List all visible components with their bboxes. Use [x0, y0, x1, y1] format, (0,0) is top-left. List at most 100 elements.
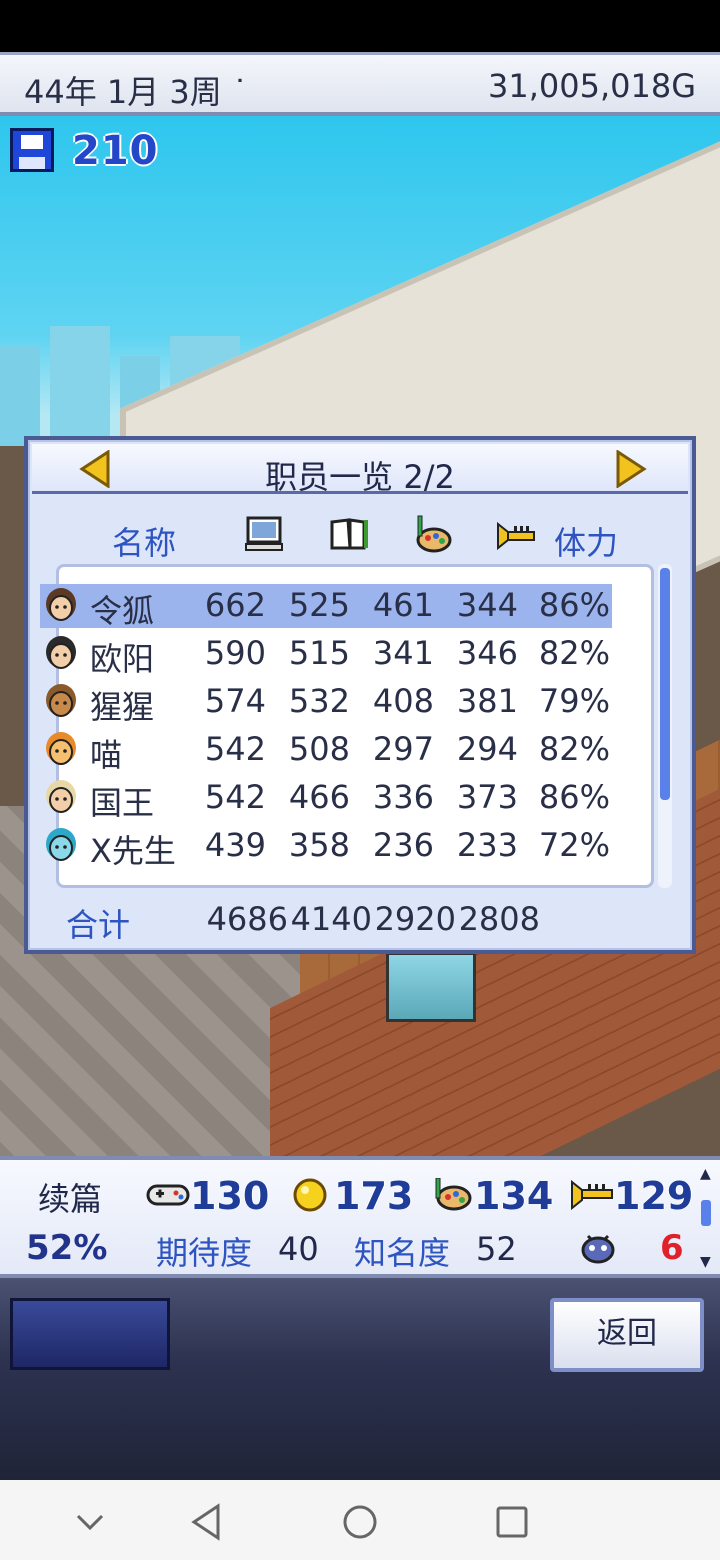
staff-stamina: 72%: [538, 826, 610, 864]
fun-value: 130: [190, 1174, 270, 1218]
android-nav-bar: [0, 1480, 720, 1560]
trumpet-icon[interactable]: [496, 514, 536, 554]
graphics-value: 134: [474, 1174, 554, 1218]
game-date: 44年 1月 3周 ˙: [24, 73, 248, 111]
back-button[interactable]: 返回: [550, 1298, 704, 1372]
staff-row[interactable]: 令狐 662 525 461 344 86%: [40, 584, 612, 630]
palette-icon: [430, 1177, 474, 1212]
staff-stamina: 86%: [538, 778, 610, 816]
staff-name: 猩猩: [90, 688, 155, 726]
aquarium[interactable]: [386, 952, 476, 1022]
staff-programming: 542: [204, 730, 266, 768]
staff-avatar: [42, 730, 80, 770]
trumpet-icon: [570, 1178, 614, 1212]
money-display: 31,005,018G: [487, 67, 696, 105]
command-slot[interactable]: [10, 1298, 170, 1370]
staff-graphics: 461: [372, 586, 434, 624]
staff-avatar: [42, 778, 80, 818]
staff-sound: 294: [456, 730, 518, 768]
staff-stamina: 79%: [538, 682, 610, 720]
staff-avatar: [42, 634, 80, 674]
top-bar: 44年 1月 3周 ˙ 31,005,018G: [0, 52, 720, 116]
staff-scenario: 515: [288, 634, 350, 672]
project-genre: 续篇: [38, 1180, 103, 1218]
staff-stamina: 82%: [538, 730, 610, 768]
staff-row[interactable]: X先生 439 358 236 233 72%: [40, 824, 612, 870]
staff-name: 欧阳: [90, 640, 155, 678]
staff-avatar: [42, 826, 80, 866]
staff-avatar: [42, 586, 80, 626]
bug-icon: [580, 1230, 616, 1264]
staff-scenario: 532: [288, 682, 350, 720]
staff-name: 喵: [90, 736, 123, 774]
staff-name: 国王: [90, 784, 155, 822]
total-graphics: 2920: [374, 900, 456, 938]
staff-programming: 439: [204, 826, 266, 864]
book-icon[interactable]: [330, 514, 370, 554]
project-progress: 52%: [26, 1228, 108, 1268]
staff-scenario: 466: [288, 778, 350, 816]
staff-programming: 574: [204, 682, 266, 720]
panel-header: 职员一览 2/2: [32, 444, 688, 496]
staff-scenario: 358: [288, 826, 350, 864]
staff-scenario: 508: [288, 730, 350, 768]
info-scroll-thumb[interactable]: [701, 1200, 711, 1226]
staff-name: 令狐: [90, 592, 155, 630]
col-name-header[interactable]: 名称: [112, 518, 176, 564]
fame-value: 52: [476, 1230, 517, 1268]
staff-sound: 344: [456, 586, 518, 624]
staff-graphics: 297: [372, 730, 434, 768]
gamepad-icon: [146, 1178, 190, 1212]
staff-graphics: 336: [372, 778, 434, 816]
total-sound: 2808: [458, 900, 540, 938]
creativity-value: 173: [334, 1174, 414, 1218]
staff-sound: 381: [456, 682, 518, 720]
home-nav-icon[interactable]: [338, 1500, 382, 1544]
staff-row[interactable]: 喵 542 508 297 294 82%: [40, 728, 612, 774]
scroll-down-icon[interactable]: ▼: [700, 1254, 711, 1270]
staff-sound: 233: [456, 826, 518, 864]
staff-programming: 662: [204, 586, 266, 624]
staff-row[interactable]: 猩猩 574 532 408 381 79%: [40, 680, 612, 726]
palette-icon[interactable]: [412, 514, 452, 554]
panel-title: 职员一览 2/2: [265, 458, 455, 496]
staff-graphics: 236: [372, 826, 434, 864]
chevron-down-icon[interactable]: [68, 1500, 112, 1544]
staff-row[interactable]: 欧阳 590 515 341 346 82%: [40, 632, 612, 678]
save-count: 210: [72, 128, 159, 174]
staff-graphics: 341: [372, 634, 434, 672]
back-nav-icon[interactable]: [186, 1500, 230, 1544]
info-scrollbar[interactable]: ▲ ▼: [698, 1166, 714, 1270]
list-scrollbar[interactable]: [660, 568, 670, 800]
expectation-label: 期待度: [156, 1234, 253, 1272]
staff-graphics: 408: [372, 682, 434, 720]
staff-avatar: [42, 682, 80, 722]
command-panel: 返回: [0, 1278, 720, 1480]
staff-sound: 346: [456, 634, 518, 672]
total-label: 合计: [66, 906, 131, 944]
staff-stamina: 82%: [538, 634, 610, 672]
fame-label: 知名度: [354, 1234, 451, 1272]
staff-name: X先生: [90, 832, 176, 870]
recents-nav-icon[interactable]: [490, 1500, 534, 1544]
gold-orb-icon: [290, 1178, 334, 1212]
staff-stamina: 86%: [538, 586, 610, 624]
scroll-up-icon[interactable]: ▲: [700, 1166, 711, 1182]
staff-programming: 590: [204, 634, 266, 672]
expectation-value: 40: [278, 1230, 319, 1268]
total-programming: 4686: [206, 900, 288, 938]
floppy-disk-icon: [10, 128, 54, 172]
sound-value: 129: [614, 1174, 694, 1218]
bug-count: 6: [660, 1228, 684, 1268]
staff-scenario: 525: [288, 586, 350, 624]
project-status-bar[interactable]: 续篇 52% 130 173 134 129 期待度 40 知名度 52 6 ▲…: [0, 1156, 720, 1278]
staff-programming: 542: [204, 778, 266, 816]
total-scenario: 4140: [290, 900, 372, 938]
staff-sound: 373: [456, 778, 518, 816]
status-bar: [0, 0, 720, 50]
computer-icon[interactable]: [244, 514, 284, 554]
col-stamina-header[interactable]: 体力: [554, 518, 618, 564]
arrow-right-icon[interactable]: [614, 449, 648, 489]
staff-row[interactable]: 国王 542 466 336 373 86%: [40, 776, 612, 822]
staff-list-panel: 职员一览 2/2 名称 体力 令狐 662 525 461 344 86% 欧阳 590 515…: [24, 436, 696, 954]
